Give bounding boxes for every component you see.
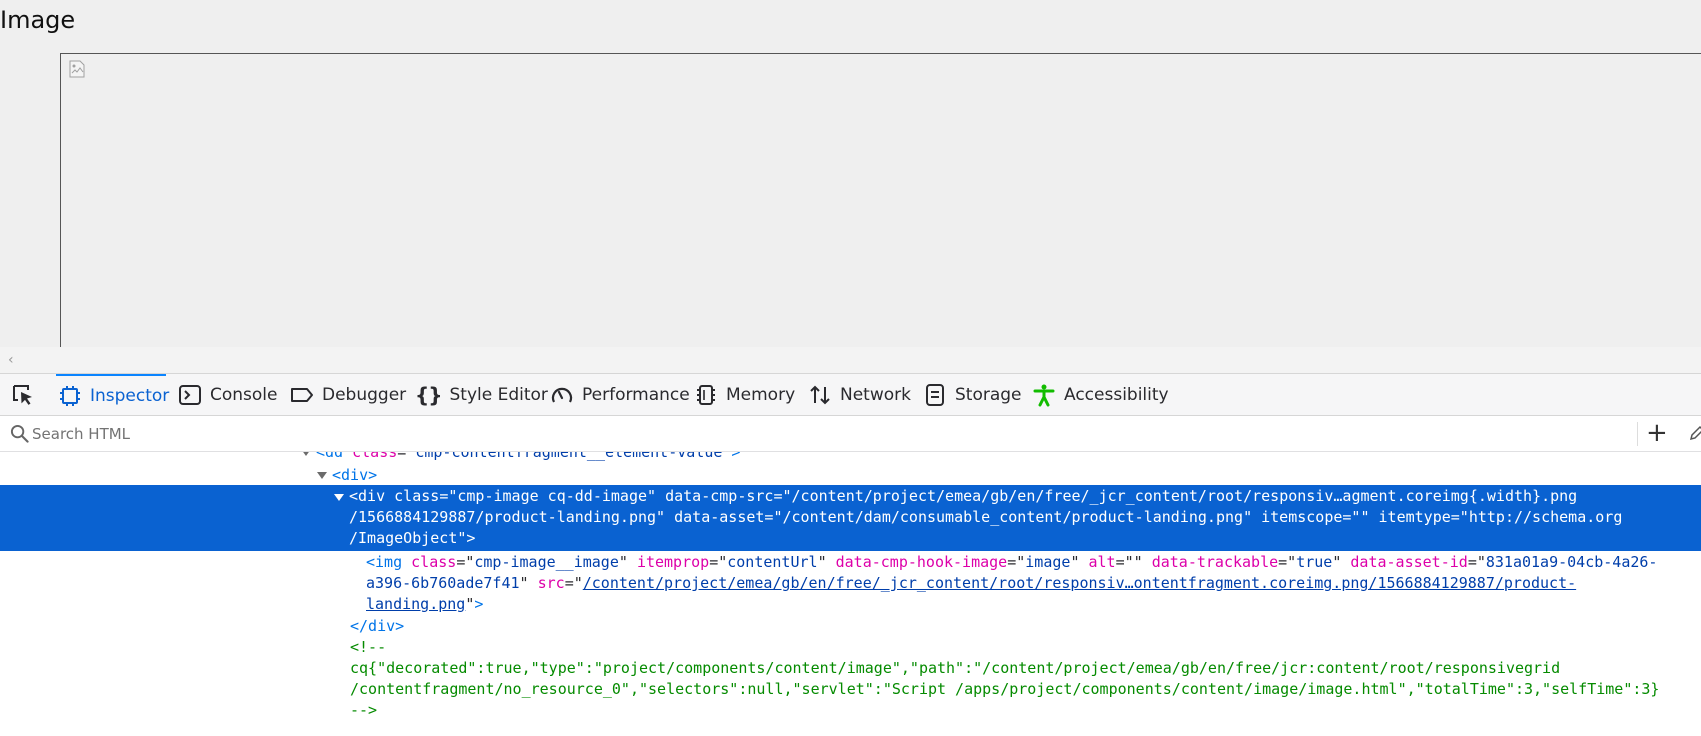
- tree-comment-open[interactable]: <!--: [350, 637, 386, 658]
- expand-toggle-icon[interactable]: [301, 452, 311, 456]
- devtools-panel: ‹ Inspector Console Debugger {} Style Ed…: [0, 347, 1701, 736]
- tree-comment-line-1: cq{"decorated":true,"type":"project/comp…: [350, 659, 1561, 677]
- tab-performance[interactable]: Performance: [548, 374, 690, 416]
- accessibility-icon: [1033, 384, 1055, 407]
- inspector-icon: [60, 386, 80, 406]
- tree-comment-line-2: /contentfragment/no_resource_0","selecto…: [350, 680, 1660, 698]
- tree-node-close-div[interactable]: </div>: [350, 616, 404, 637]
- tab-console[interactable]: Console: [176, 374, 278, 416]
- img-src-link[interactable]: /content/project/emea/gb/en/free/_jcr_co…: [583, 574, 1576, 592]
- scroll-left-icon[interactable]: ‹: [8, 352, 14, 368]
- tab-label: Accessibility: [1064, 385, 1169, 405]
- tab-network[interactable]: Network: [806, 374, 911, 416]
- expand-toggle-icon[interactable]: [317, 472, 327, 479]
- tab-label: Debugger: [322, 385, 407, 405]
- tab-accessibility[interactable]: Accessibility: [1030, 374, 1169, 416]
- element-picker-icon[interactable]: [10, 382, 36, 408]
- tree-node-div[interactable]: <div>: [332, 465, 377, 486]
- search-icon: [10, 424, 29, 443]
- markup-tree: <dd class="cmp-contentfragment__element-…: [0, 452, 1701, 736]
- tree-node-dd[interactable]: <dd class="cmp-contentfragment__element-…: [316, 452, 740, 463]
- tab-label: Storage: [955, 385, 1022, 405]
- tree-node-img-line-3: landing.png">: [366, 595, 484, 613]
- storage-icon: [926, 384, 944, 406]
- tree-node-img[interactable]: <img class="cmp-image__image" itemprop="…: [366, 552, 1657, 573]
- console-icon: [179, 385, 201, 405]
- performance-icon: [551, 387, 573, 403]
- tab-label: Inspector: [90, 386, 170, 406]
- debugger-icon: [291, 388, 313, 402]
- tab-label: Style Editor: [449, 385, 548, 405]
- style-editor-icon: {}: [415, 383, 443, 407]
- add-node-button[interactable]: +: [1646, 419, 1668, 447]
- tab-memory[interactable]: Memory: [692, 374, 795, 416]
- search-html-input[interactable]: [32, 421, 1632, 446]
- tree-node-img-line-2: a396-6b760ade7f41" src="/content/project…: [366, 574, 1577, 592]
- img-src-link-continued[interactable]: landing.png: [366, 595, 465, 613]
- page-heading: Image: [0, 6, 76, 34]
- network-icon: [810, 385, 830, 405]
- tab-storage[interactable]: Storage: [921, 374, 1022, 416]
- tab-label: Performance: [582, 385, 690, 405]
- devtools-toolbar: Inspector Console Debugger {} Style Edit…: [0, 373, 1701, 416]
- toolbar-divider: [1637, 422, 1638, 446]
- selected-tree-node[interactable]: <div class="cmp-image cq-dd-image" data-…: [0, 485, 1701, 551]
- horizontal-scrollbar[interactable]: ‹: [0, 347, 1701, 373]
- tab-debugger[interactable]: Debugger: [288, 374, 406, 416]
- tree-comment-close: -->: [350, 701, 378, 719]
- collapse-toggle-icon[interactable]: [334, 494, 344, 501]
- tab-style-editor[interactable]: {} Style Editor: [413, 374, 548, 416]
- memory-icon: [697, 385, 715, 405]
- tab-label: Memory: [726, 385, 796, 405]
- selected-node-line-1: <div class="cmp-image cq-dd-image" data-…: [349, 487, 1578, 505]
- broken-image-icon: [69, 60, 85, 78]
- eyedropper-icon[interactable]: [1689, 425, 1701, 441]
- tab-label: Console: [210, 385, 278, 405]
- tab-inspector[interactable]: Inspector: [56, 374, 170, 416]
- tab-label: Network: [840, 385, 911, 405]
- page-viewport: Image: [0, 0, 1701, 347]
- selected-node-line-3: /ImageObject">: [349, 529, 476, 547]
- search-bar: +: [0, 416, 1701, 452]
- selected-node-line-2: /1566884129887/product-landing.png" data…: [349, 508, 1623, 526]
- image-frame[interactable]: [60, 53, 1701, 347]
